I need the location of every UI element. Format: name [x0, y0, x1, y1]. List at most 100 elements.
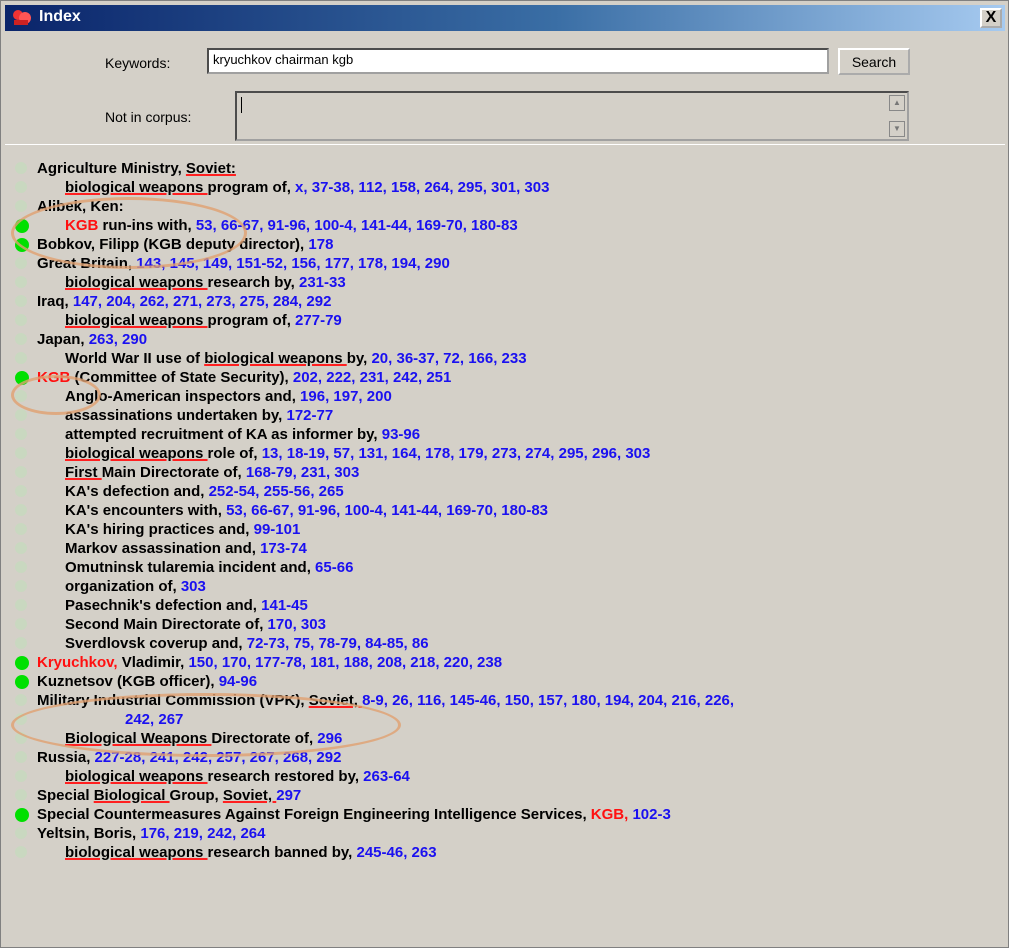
index-entry[interactable]: Agriculture Ministry, Soviet:: [5, 159, 1005, 178]
entry-text: Biological Weapons: [65, 730, 212, 747]
page-numbers[interactable]: 202, 222, 231, 242, 251: [293, 369, 451, 386]
faint-dot-icon: [15, 504, 27, 516]
page-numbers[interactable]: 303: [181, 578, 206, 595]
entry-text: biological weapons: [65, 179, 208, 196]
index-entry[interactable]: Special Countermeasures Against Foreign …: [5, 805, 1005, 824]
page-numbers[interactable]: 53, 66-67, 91-96, 100-4, 141-44, 169-70,…: [196, 217, 518, 234]
page-numbers[interactable]: x, 37-38, 112, 158, 264, 295, 301, 303: [295, 179, 549, 196]
index-entry[interactable]: World War II use of biological weapons b…: [5, 349, 1005, 368]
index-entry[interactable]: Biological Weapons Directorate of, 296: [5, 729, 1005, 748]
index-entry[interactable]: 242, 267: [5, 710, 1005, 729]
index-entry[interactable]: Iraq, 147, 204, 262, 271, 273, 275, 284,…: [5, 292, 1005, 311]
page-numbers[interactable]: 141-45: [261, 597, 308, 614]
keyword-highlight: KGB: [65, 217, 103, 234]
page-numbers[interactable]: 53, 66-67, 91-96, 100-4, 141-44, 169-70,…: [226, 502, 548, 519]
index-entry[interactable]: Sverdlovsk coverup and, 72-73, 75, 78-79…: [5, 634, 1005, 653]
page-numbers[interactable]: 178: [308, 236, 333, 253]
page-numbers[interactable]: 170, 303: [268, 616, 326, 633]
index-entry[interactable]: KGB (Committee of State Security), 202, …: [5, 368, 1005, 387]
index-entry[interactable]: Military Industrial Commission (VPK), So…: [5, 691, 1005, 710]
page-numbers[interactable]: 196, 197, 200: [300, 388, 392, 405]
index-entry[interactable]: KA's hiring practices and, 99-101: [5, 520, 1005, 539]
page-numbers[interactable]: 242, 267: [125, 711, 183, 728]
index-entry[interactable]: organization of, 303: [5, 577, 1005, 596]
index-entry[interactable]: biological weapons research banned by, 2…: [5, 843, 1005, 862]
index-entry[interactable]: Kryuchkov, Vladimir, 150, 170, 177-78, 1…: [5, 653, 1005, 672]
page-numbers[interactable]: 263-64: [363, 768, 410, 785]
page-numbers[interactable]: 8-9, 26, 116, 145-46, 150, 157, 180, 194…: [362, 692, 734, 709]
page-numbers[interactable]: 147, 204, 262, 271, 273, 275, 284, 292: [73, 293, 332, 310]
entry-text: program of,: [207, 312, 296, 329]
scroll-down-arrow-icon[interactable]: ▼: [889, 121, 905, 137]
index-entry[interactable]: Yeltsin, Boris, 176, 219, 242, 264: [5, 824, 1005, 843]
page-numbers[interactable]: 102-3: [632, 806, 670, 823]
index-entry[interactable]: Anglo-American inspectors and, 196, 197,…: [5, 387, 1005, 406]
entry-text: Anglo-American inspectors and,: [65, 388, 301, 405]
index-entry[interactable]: First Main Directorate of, 168-79, 231, …: [5, 463, 1005, 482]
search-button[interactable]: Search: [838, 48, 910, 75]
title-bar[interactable]: Index X: [5, 5, 1005, 31]
index-entry[interactable]: Alibek, Ken:: [5, 197, 1005, 216]
entry-text: Vladimir,: [121, 654, 189, 671]
index-entry[interactable]: Kuznetsov (KGB officer), 94-96: [5, 672, 1005, 691]
entry-text: Soviet:: [185, 160, 236, 177]
entry-text: Second Main Directorate of,: [65, 616, 268, 633]
not-in-corpus-field[interactable]: ▲ ▼: [235, 91, 909, 141]
scroll-up-arrow-icon[interactable]: ▲: [889, 95, 905, 111]
index-entry[interactable]: KA's encounters with, 53, 66-67, 91-96, …: [5, 501, 1005, 520]
index-entry[interactable]: Japan, 263, 290: [5, 330, 1005, 349]
index-entry[interactable]: attempted recruitment of KA as informer …: [5, 425, 1005, 444]
index-entry[interactable]: KGB run-ins with, 53, 66-67, 91-96, 100-…: [5, 216, 1005, 235]
keywords-input[interactable]: kryuchkov chairman kgb: [207, 48, 829, 74]
page-numbers[interactable]: 296: [317, 730, 342, 747]
index-results[interactable]: Agriculture Ministry, Soviet: biological …: [5, 144, 1005, 945]
index-entry[interactable]: Omutninsk tularemia incident and, 65-66: [5, 558, 1005, 577]
page-numbers[interactable]: 93-96: [382, 426, 420, 443]
page-numbers[interactable]: 277-79: [295, 312, 342, 329]
page-numbers[interactable]: 20, 36-37, 72, 166, 233: [371, 350, 526, 367]
entry-text: biological weapons: [65, 844, 208, 861]
page-numbers[interactable]: 297: [276, 787, 301, 804]
text-caret: [241, 97, 242, 113]
index-entry[interactable]: biological weapons role of, 13, 18-19, 5…: [5, 444, 1005, 463]
entry-text: by,: [346, 350, 372, 367]
index-entry[interactable]: Second Main Directorate of, 170, 303: [5, 615, 1005, 634]
page-numbers[interactable]: 252-54, 255-56, 265: [209, 483, 344, 500]
page-numbers[interactable]: 143, 145, 149, 151-52, 156, 177, 178, 19…: [136, 255, 450, 272]
page-numbers[interactable]: 150, 170, 177-78, 181, 188, 208, 218, 22…: [188, 654, 502, 671]
index-entry[interactable]: biological weapons research by, 231-33: [5, 273, 1005, 292]
entry-text: Soviet,: [222, 787, 277, 804]
close-button[interactable]: X: [980, 8, 1002, 28]
page-numbers[interactable]: 176, 219, 242, 264: [140, 825, 265, 842]
faint-dot-icon: [15, 561, 27, 573]
index-entry[interactable]: Special Biological Group, Soviet, 297: [5, 786, 1005, 805]
page-numbers[interactable]: 227-28, 241, 242, 257, 267, 268, 292: [95, 749, 342, 766]
index-entry[interactable]: biological weapons program of, 277-79: [5, 311, 1005, 330]
index-entry[interactable]: KA's defection and, 252-54, 255-56, 265: [5, 482, 1005, 501]
faint-dot-icon: [15, 485, 27, 497]
index-entry[interactable]: Bobkov, Filipp (KGB deputy director), 17…: [5, 235, 1005, 254]
page-numbers[interactable]: 99-101: [254, 521, 301, 538]
index-entry[interactable]: Pasechnik's defection and, 141-45: [5, 596, 1005, 615]
page-numbers[interactable]: 65-66: [315, 559, 353, 576]
index-entry[interactable]: biological weapons research restored by,…: [5, 767, 1005, 786]
page-numbers[interactable]: 231-33: [299, 274, 346, 291]
page-numbers[interactable]: 172-77: [286, 407, 333, 424]
page-numbers[interactable]: 245-46, 263: [356, 844, 436, 861]
page-numbers[interactable]: 168-79, 231, 303: [246, 464, 359, 481]
entry-text: Main Directorate of,: [101, 464, 246, 481]
faint-dot-icon: [15, 713, 27, 725]
index-entry[interactable]: Russia, 227-28, 241, 242, 257, 267, 268,…: [5, 748, 1005, 767]
page-numbers[interactable]: 263, 290: [89, 331, 147, 348]
page-numbers[interactable]: 13, 18-19, 57, 131, 164, 178, 179, 273, …: [262, 445, 651, 462]
index-entry[interactable]: Great Britain, 143, 145, 149, 151-52, 15…: [5, 254, 1005, 273]
index-entry[interactable]: Markov assassination and, 173-74: [5, 539, 1005, 558]
index-entry[interactable]: biological weapons program of, x, 37-38,…: [5, 178, 1005, 197]
faint-dot-icon: [15, 390, 27, 402]
entry-text: Yeltsin, Boris,: [37, 825, 141, 842]
page-numbers[interactable]: 72-73, 75, 78-79, 84-85, 86: [247, 635, 429, 652]
index-entry[interactable]: assassinations undertaken by, 172-77: [5, 406, 1005, 425]
page-numbers[interactable]: 94-96: [219, 673, 257, 690]
page-numbers[interactable]: 173-74: [260, 540, 307, 557]
window-title: Index: [39, 8, 81, 25]
